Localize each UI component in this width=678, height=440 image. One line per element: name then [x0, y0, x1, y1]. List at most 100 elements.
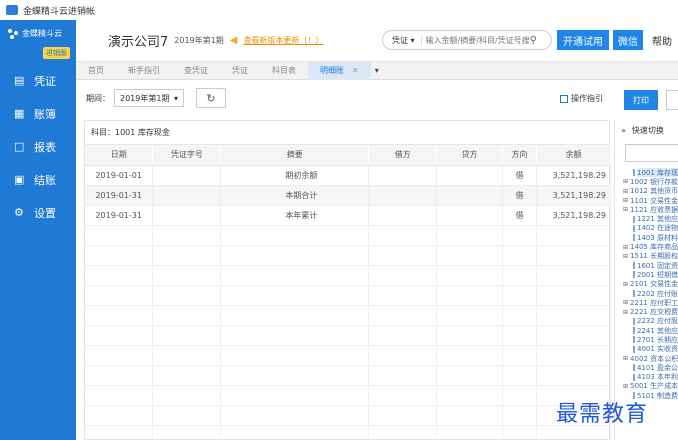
table-cell — [368, 425, 438, 440]
empty-row — [85, 225, 612, 246]
tree-item[interactable]: ⊞2101 交易性金融负债 — [615, 280, 678, 289]
table-cell — [502, 305, 537, 326]
update-notice-link[interactable]: 查看新版本更新（！） — [243, 35, 323, 46]
close-icon[interactable]: ✕ — [352, 66, 359, 75]
tree-item[interactable]: ⊞ 4002 资本公积 — [615, 354, 678, 363]
operation-guide-link[interactable]: 操作指引 — [560, 93, 603, 104]
expand-icon[interactable]: ⊞ — [623, 309, 628, 316]
tab-menu-icon[interactable]: ▾ — [375, 66, 379, 75]
tree-item[interactable]: 1001 库存现金 — [615, 168, 678, 178]
quick-switch-search[interactable] — [625, 144, 678, 162]
table-row[interactable]: 2019-01-01 期初余额 借 3,521,198.29 — [85, 165, 612, 186]
table-cell: 3,521,198.29 — [536, 205, 612, 226]
tree-item[interactable]: 2202 应付账款 — [615, 289, 678, 298]
tree-item[interactable]: ⊞1101 交易性金融资产 — [615, 196, 678, 205]
tree-item[interactable]: 4001 实收资本 — [615, 345, 678, 354]
tree-item[interactable]: 1221 其他应收款 — [615, 214, 678, 223]
tree-item-label: 2241 其他应付款 — [637, 326, 678, 335]
tree-item[interactable]: 2232 应付股利 — [615, 317, 678, 326]
expand-icon[interactable]: ⊞ — [623, 188, 628, 195]
table-cell: 借 — [502, 165, 537, 186]
quick-switch-panel: » 快速切换 1001 库存现金⊞1002 银行存款⊞1012 其他货币资金⊞1… — [614, 120, 678, 440]
tab-4[interactable]: 科目表 — [260, 62, 308, 80]
table-cell — [152, 425, 222, 440]
search-type-select[interactable]: 凭证 ▾ — [383, 34, 422, 46]
guide-icon — [560, 94, 568, 103]
table-cell — [220, 285, 370, 306]
empty-row — [85, 405, 612, 426]
document-icon — [633, 336, 635, 344]
expand-icon[interactable]: ⊞ — [623, 178, 628, 185]
table-cell — [436, 405, 504, 426]
tab-2[interactable]: 查凭证 — [172, 62, 220, 80]
tree-item[interactable]: 1403 原材料 — [615, 233, 678, 242]
expand-icon[interactable]: ⊞ — [623, 281, 628, 288]
table-row[interactable]: 2019-01-31 本期合计 借 3,521,198.29 — [85, 185, 612, 206]
expand-icon[interactable]: ⊞ — [623, 299, 628, 306]
empty-row — [85, 305, 612, 326]
tree-item[interactable]: ⊞ 1405 库存商品 — [615, 242, 678, 251]
tree-item[interactable]: ⊞1012 其他货币资金 — [615, 187, 678, 196]
double-chevron-icon[interactable]: » — [621, 126, 626, 135]
quick-switch-header: » 快速切换 — [615, 120, 678, 140]
sidebar-item-2[interactable]: □ 报表 — [0, 130, 76, 163]
tree-item[interactable]: 4103 本年利润 — [615, 373, 678, 382]
expand-icon[interactable]: ⊞ — [623, 197, 628, 204]
table-cell — [436, 165, 504, 186]
expand-icon[interactable]: ⊞ — [623, 383, 628, 390]
edition-badge: 进销版 — [43, 47, 70, 59]
table-cell — [436, 345, 504, 366]
tree-item[interactable]: ⊞ 2221 应交税费 — [615, 307, 678, 316]
table-cell — [220, 345, 370, 366]
tree-item[interactable]: ⊞ 1002 银行存款 — [615, 177, 678, 186]
tree-item[interactable]: ⊞1511 长期股权投资 — [615, 252, 678, 261]
tree-item[interactable]: 1601 固定资产 — [615, 261, 678, 270]
period-select[interactable]: 2019年第1期 ▾ — [114, 89, 184, 107]
expand-icon[interactable]: ⊞ — [623, 206, 628, 213]
wechat-button[interactable]: 微信 — [613, 30, 643, 50]
column-header: 贷方 — [436, 145, 504, 166]
help-link[interactable]: 帮助 — [652, 33, 672, 48]
refresh-button[interactable]: ↻ — [196, 88, 226, 108]
tree-item[interactable]: 2241 其他应付款 — [615, 326, 678, 335]
search-input[interactable] — [421, 35, 530, 45]
sidebar-item-0[interactable]: ▤ 凭证 — [0, 64, 76, 97]
table-cell — [220, 425, 370, 440]
trial-button[interactable]: 开通试用 — [557, 30, 609, 50]
print-button[interactable]: 打印 — [624, 90, 658, 110]
tree-item[interactable]: 4101 盈余公积 — [615, 363, 678, 372]
sidebar-item-1[interactable]: ▦ 账簿 — [0, 97, 76, 130]
tab-3[interactable]: 凭证 — [220, 62, 260, 80]
tree-item[interactable]: ⊞ 1121 应收票据 — [615, 205, 678, 214]
tree-item[interactable]: ⊞ 5001 生产成本 — [615, 382, 678, 391]
table-cell — [536, 225, 612, 246]
table-cell: 借 — [502, 185, 537, 206]
search-icon[interactable]: ⚲ — [530, 35, 537, 46]
table-cell — [220, 245, 370, 266]
tree-item[interactable]: 2701 长期应付款 — [615, 335, 678, 344]
company-name[interactable]: 演示公司7 — [108, 31, 168, 50]
tab-0[interactable]: 首页 — [76, 62, 116, 80]
tree-item[interactable]: 1402 在途物资 — [615, 224, 678, 233]
tree-item-label: 2701 长期应付款 — [637, 336, 678, 344]
sidebar-item-label: 报表 — [34, 140, 56, 154]
table-cell — [436, 205, 504, 226]
table-row[interactable]: 2019-01-31 本年累计 借 3,521,198.29 — [85, 205, 612, 226]
window-titlebar: 金蝶精斗云进销帐 — [0, 0, 678, 20]
tab-1[interactable]: 新手指引 — [116, 62, 172, 80]
more-button[interactable] — [666, 90, 678, 110]
sidebar-item-4[interactable]: ⚙ 设置 — [0, 196, 76, 229]
watermark: 最需教育 — [556, 402, 649, 427]
expand-icon[interactable]: ⊞ — [623, 253, 628, 260]
tree-item[interactable]: 2001 短期借款 — [615, 270, 678, 279]
table-cell — [85, 245, 154, 266]
table-cell — [536, 365, 612, 386]
report-icon: □ — [14, 140, 25, 153]
tree-item[interactable]: ⊞2211 应付职工薪酬 — [615, 298, 678, 307]
table-cell — [436, 245, 504, 266]
expand-icon[interactable]: ⊞ — [623, 244, 628, 251]
sidebar-item-3[interactable]: ▣ 结账 — [0, 163, 76, 196]
tree-item-label: 1012 其他货币资金 — [630, 187, 678, 196]
expand-icon[interactable]: ⊞ — [623, 355, 628, 362]
tab-5[interactable]: 明细账 ✕ — [308, 61, 371, 80]
